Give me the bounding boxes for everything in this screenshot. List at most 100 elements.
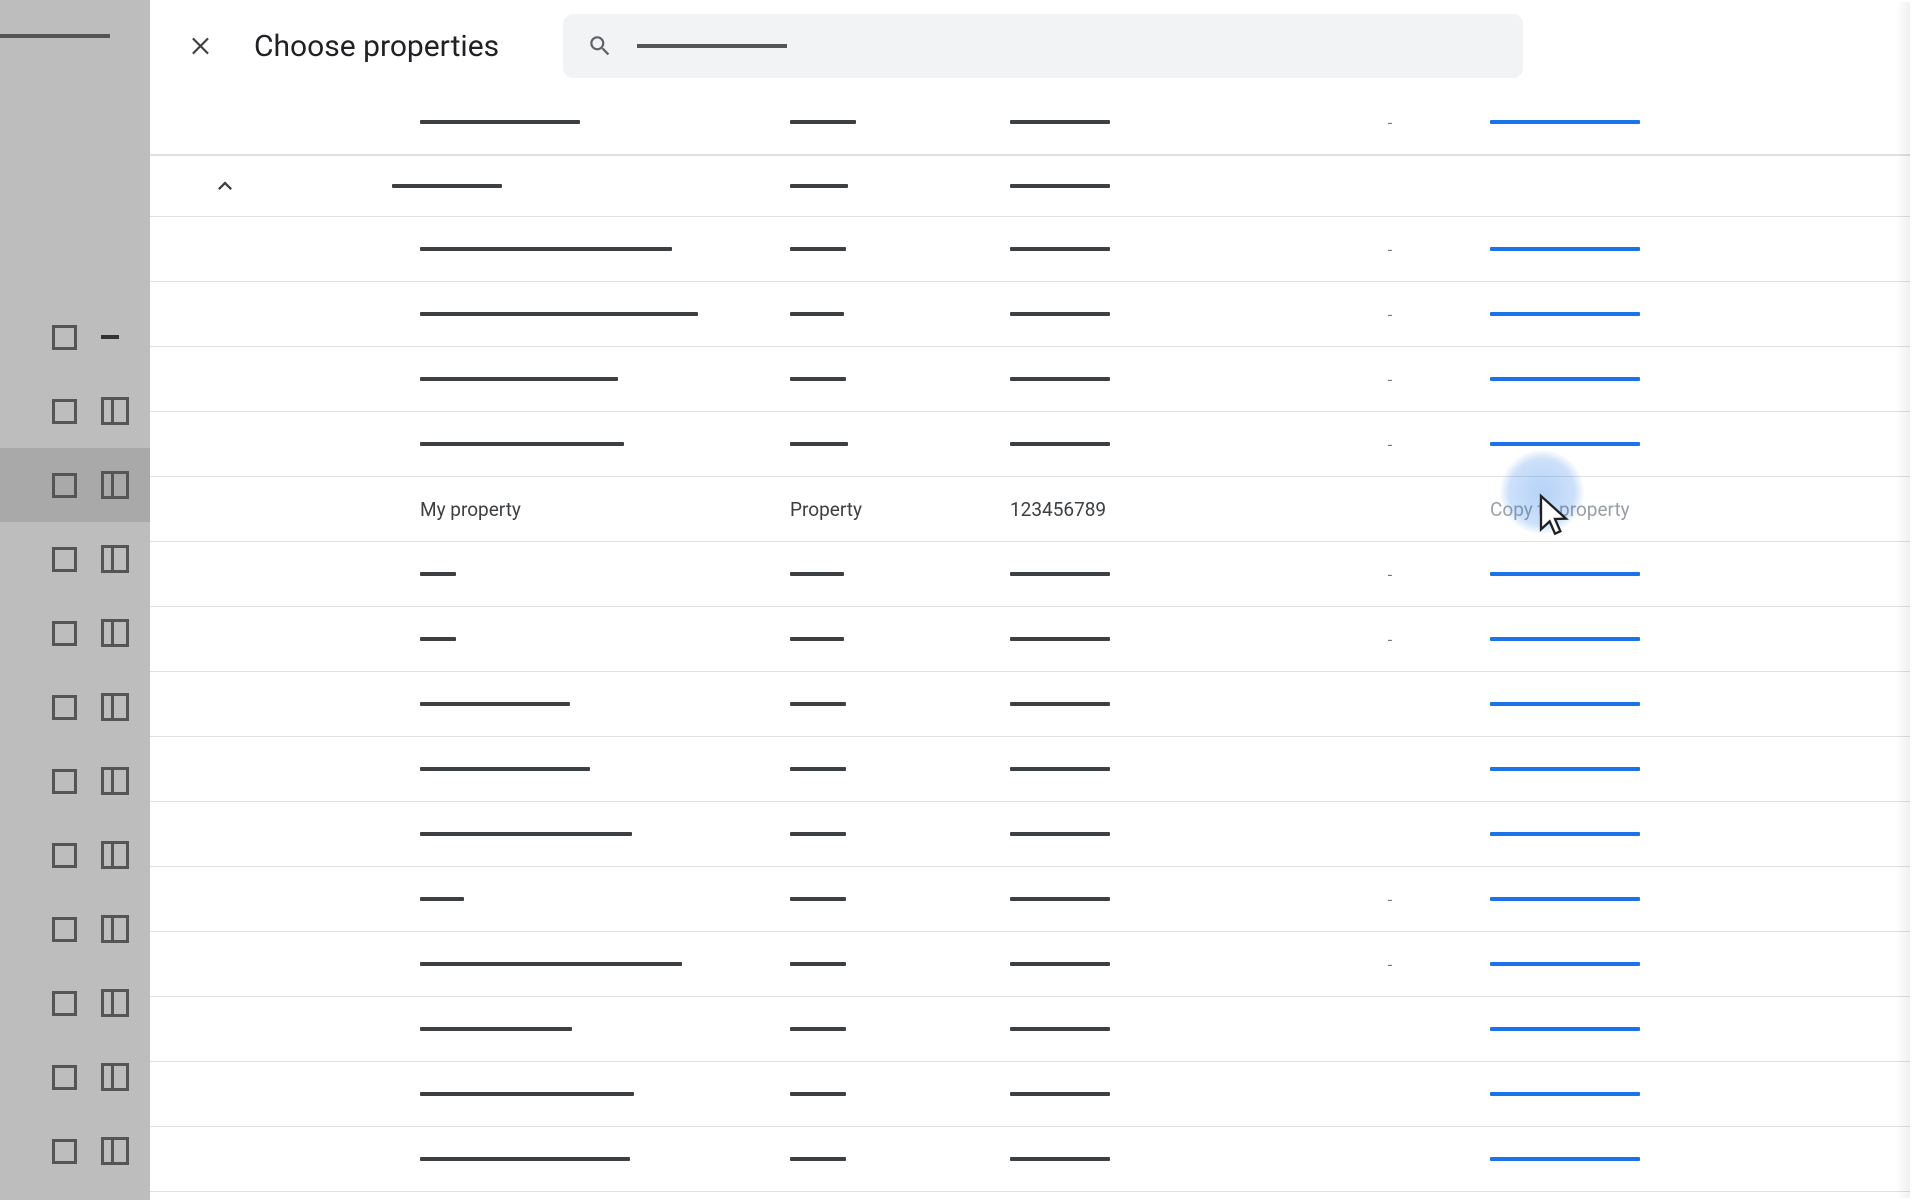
action-cell[interactable] — [1490, 1092, 1910, 1096]
table-row[interactable]: - — [150, 932, 1910, 997]
status-placeholder: - — [1388, 565, 1392, 584]
id-redacted — [1010, 1027, 1110, 1031]
name-redacted — [420, 377, 618, 381]
property-type: Property — [790, 498, 862, 521]
table-row[interactable]: - — [150, 867, 1910, 932]
id-cell — [1010, 120, 1290, 124]
id-cell — [1010, 767, 1290, 771]
search-box[interactable] — [563, 14, 1523, 78]
group-row[interactable] — [150, 155, 1910, 217]
background-row — [0, 300, 150, 374]
id-cell — [1010, 832, 1290, 836]
table-row[interactable]: My propertyProperty123456789Copy to prop… — [150, 477, 1910, 542]
id-redacted — [1010, 442, 1110, 446]
background-checkbox — [52, 1139, 77, 1164]
name-redacted — [420, 442, 624, 446]
action-cell[interactable] — [1490, 1027, 1910, 1031]
type-redacted — [790, 637, 844, 641]
action-link-redacted[interactable] — [1490, 767, 1640, 771]
type-redacted — [790, 702, 846, 706]
action-link-redacted[interactable] — [1490, 1027, 1640, 1031]
table-row[interactable] — [150, 1127, 1910, 1192]
action-cell[interactable] — [1490, 897, 1910, 901]
id-cell — [1010, 247, 1290, 251]
type-cell — [790, 247, 1010, 251]
action-cell[interactable] — [1490, 442, 1910, 446]
action-cell[interactable] — [1490, 312, 1910, 316]
action-link-redacted[interactable] — [1490, 247, 1640, 251]
table-row[interactable]: - — [150, 90, 1910, 155]
action-link-redacted[interactable] — [1490, 702, 1640, 706]
background-checkbox — [52, 695, 77, 720]
id-redacted — [1010, 184, 1110, 188]
id-cell — [1010, 1092, 1290, 1096]
name-cell — [300, 767, 790, 771]
id-redacted — [1010, 1157, 1110, 1161]
id-cell — [1010, 184, 1290, 188]
table-row[interactable]: - — [150, 542, 1910, 607]
action-link-redacted[interactable] — [1490, 120, 1640, 124]
table-row[interactable] — [150, 802, 1910, 867]
table-row[interactable]: - — [150, 347, 1910, 412]
action-link-redacted[interactable] — [1490, 572, 1640, 576]
action-link-redacted[interactable] — [1490, 832, 1640, 836]
action-link-redacted[interactable] — [1490, 442, 1640, 446]
table-row[interactable]: - — [150, 282, 1910, 347]
table-row[interactable] — [150, 672, 1910, 737]
table-row[interactable] — [150, 997, 1910, 1062]
background-property-icon — [101, 397, 129, 425]
action-cell[interactable]: Copy to property — [1490, 498, 1910, 521]
expand-cell[interactable] — [150, 172, 300, 200]
status-placeholder: - — [1388, 955, 1392, 974]
action-link-redacted[interactable] — [1490, 377, 1640, 381]
action-cell[interactable] — [1490, 637, 1910, 641]
action-cell[interactable] — [1490, 377, 1910, 381]
background-property-icon — [101, 841, 129, 869]
background-checkbox — [52, 325, 77, 350]
action-link-redacted[interactable] — [1490, 897, 1640, 901]
right-edge-fade — [1896, 2, 1910, 1198]
copy-to-property-link[interactable]: Copy to property — [1490, 498, 1630, 521]
name-redacted — [420, 1157, 630, 1161]
id-redacted — [1010, 572, 1110, 576]
action-cell[interactable] — [1490, 247, 1910, 251]
status-cell: - — [1290, 113, 1490, 132]
table-row[interactable] — [150, 1062, 1910, 1127]
action-link-redacted[interactable] — [1490, 962, 1640, 966]
table-row[interactable] — [150, 737, 1910, 802]
action-link-redacted[interactable] — [1490, 1092, 1640, 1096]
id-cell — [1010, 897, 1290, 901]
id-redacted — [1010, 897, 1110, 901]
id-redacted — [1010, 377, 1110, 381]
type-redacted — [790, 572, 844, 576]
close-button[interactable] — [178, 22, 226, 70]
action-cell[interactable] — [1490, 962, 1910, 966]
action-link-redacted[interactable] — [1490, 637, 1640, 641]
action-cell[interactable] — [1490, 1157, 1910, 1161]
status-placeholder: - — [1388, 113, 1392, 132]
name-redacted — [420, 637, 456, 641]
action-link-redacted[interactable] — [1490, 1157, 1640, 1161]
type-redacted — [790, 442, 848, 446]
status-placeholder: - — [1388, 305, 1392, 324]
type-cell — [790, 962, 1010, 966]
action-cell[interactable] — [1490, 767, 1910, 771]
status-cell: - — [1290, 240, 1490, 259]
type-redacted — [790, 312, 844, 316]
table-row[interactable]: - — [150, 412, 1910, 477]
action-cell[interactable] — [1490, 572, 1910, 576]
table-row[interactable]: - — [150, 217, 1910, 282]
action-link-redacted[interactable] — [1490, 312, 1640, 316]
table-row[interactable]: - — [150, 607, 1910, 672]
id-cell — [1010, 442, 1290, 446]
action-cell[interactable] — [1490, 120, 1910, 124]
status-cell: - — [1290, 630, 1490, 649]
type-cell: Property — [790, 498, 1010, 521]
action-cell[interactable] — [1490, 702, 1910, 706]
background-property-icon — [101, 767, 129, 795]
type-cell — [790, 637, 1010, 641]
name-redacted — [420, 962, 682, 966]
background-checkbox — [52, 547, 77, 572]
type-cell — [790, 442, 1010, 446]
action-cell[interactable] — [1490, 832, 1910, 836]
